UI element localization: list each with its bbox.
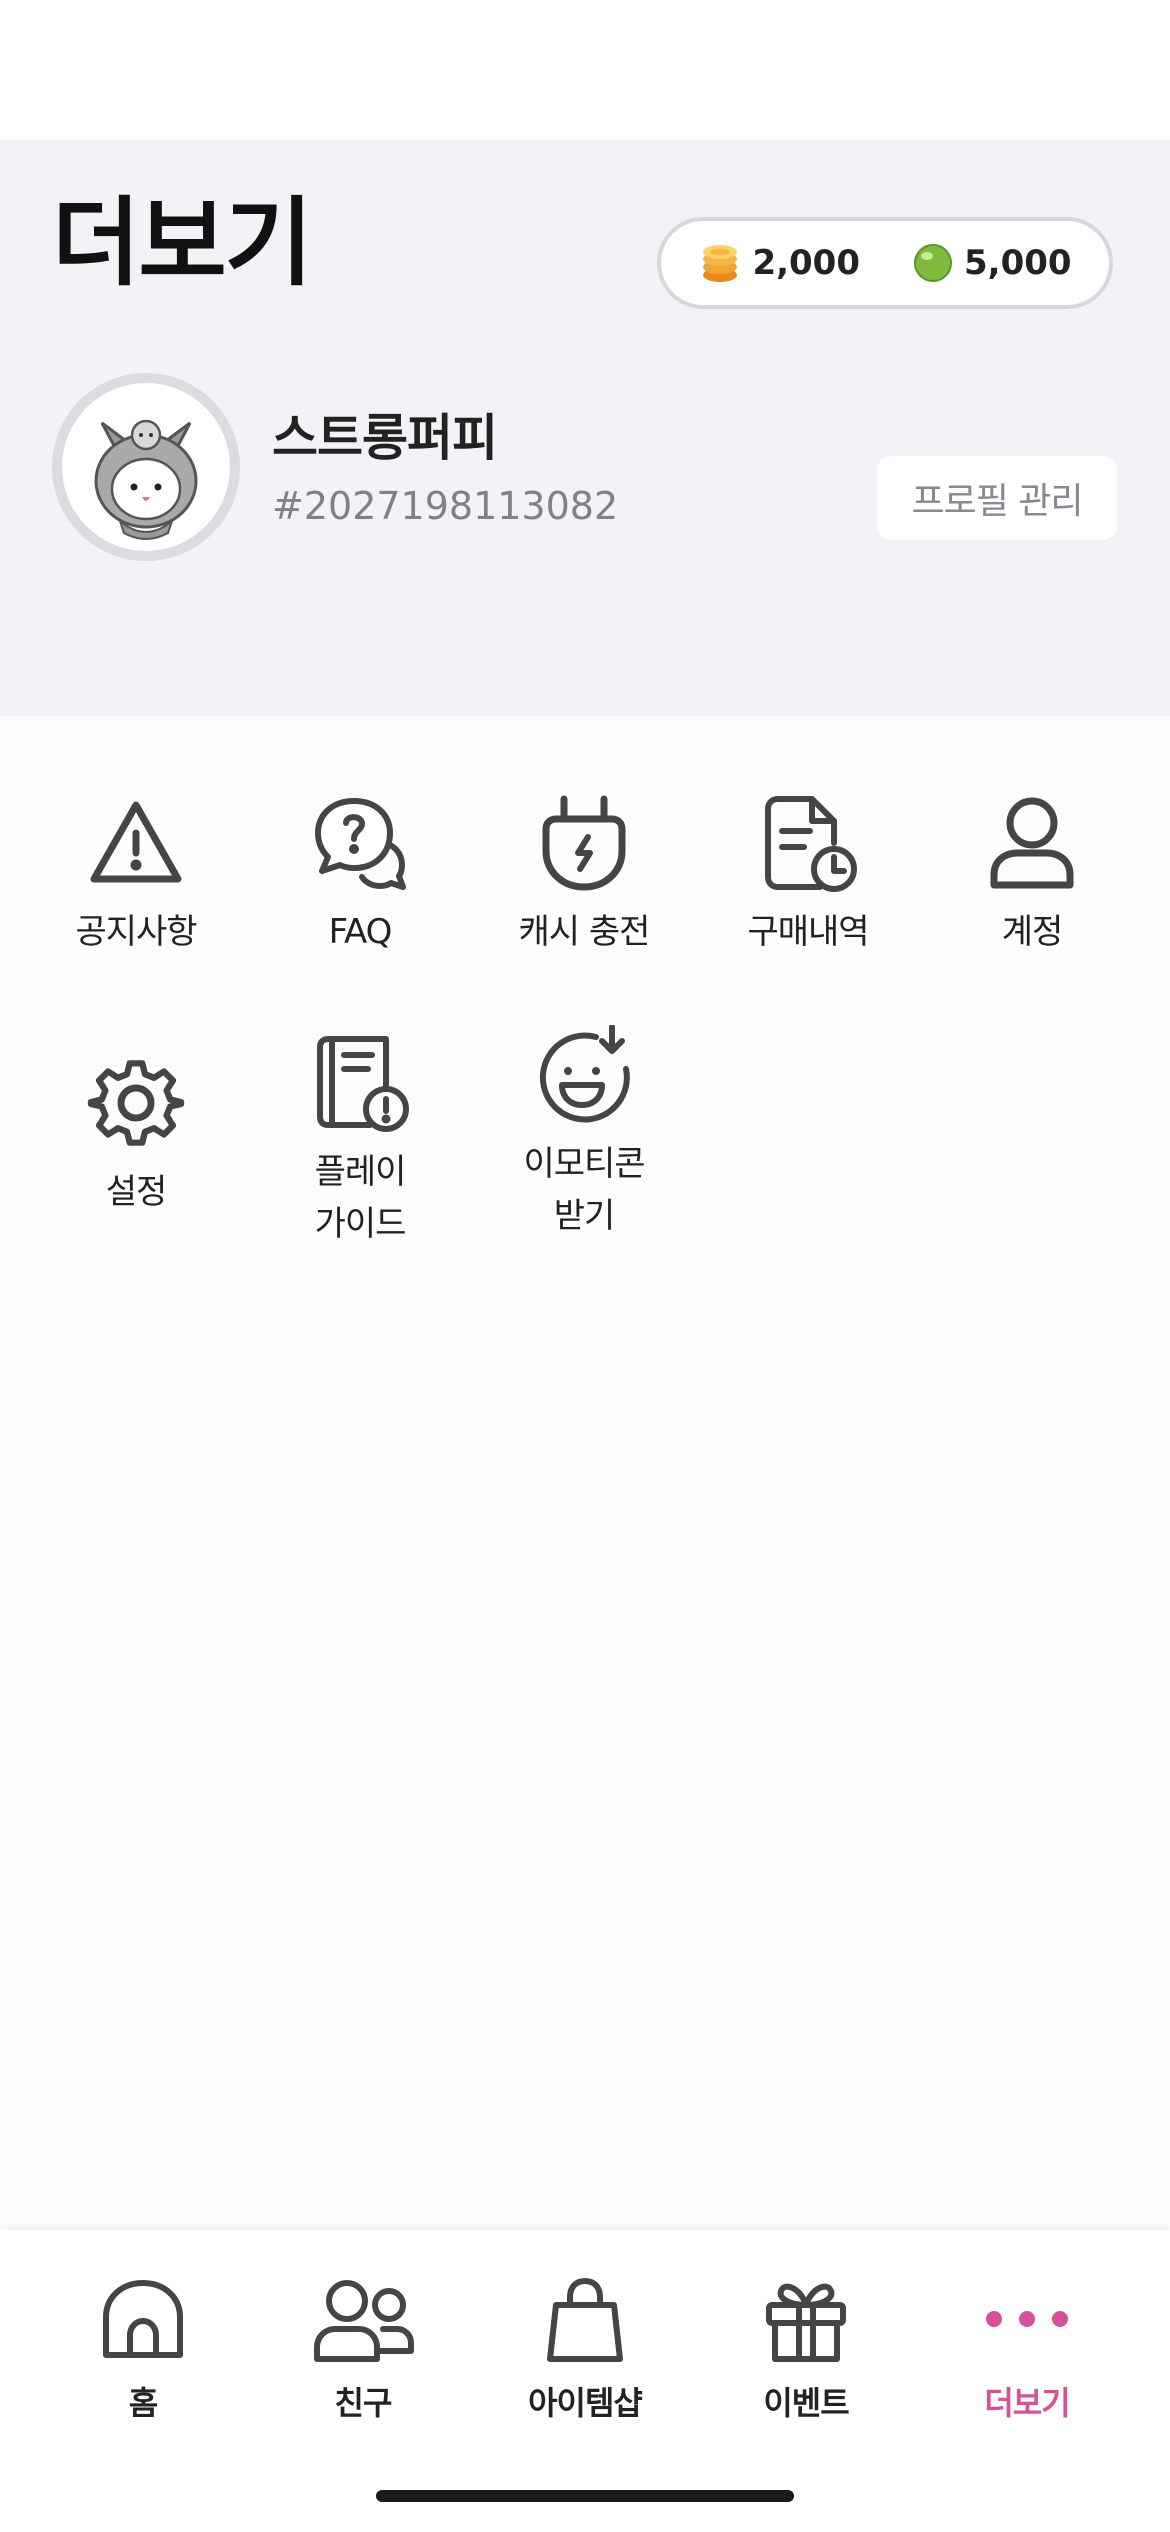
house-icon <box>103 2280 183 2358</box>
menu-item-settings[interactable]: 설정 <box>24 1048 248 1218</box>
coin-balance: 2,000 <box>698 241 860 285</box>
menu-label: FAQ <box>328 912 393 952</box>
tab-label: 이벤트 <box>763 2384 849 2422</box>
tab-more[interactable]: 더보기 <box>915 2270 1139 2424</box>
menu-item-emoticon[interactable]: 이모티콘 받기 <box>472 1020 696 1242</box>
menu-label: 이모티콘 받기 <box>523 1144 645 1236</box>
tab-friends[interactable]: 친구 <box>251 2270 475 2424</box>
menu-label: 공지사항 <box>75 912 197 952</box>
friends-icon <box>314 2280 414 2362</box>
question-chat-icon <box>315 798 406 890</box>
bunny-hood-avatar-icon <box>94 419 198 540</box>
menu-label: 플레이 가이드 <box>314 1152 407 1244</box>
status-bar <box>0 0 1170 140</box>
profile-header: 더보기 2,000 5,000 스트롱퍼피 #2027198113082 프로필… <box>0 140 1170 716</box>
page-title: 더보기 <box>52 187 313 299</box>
menu-item-faq[interactable]: FAQ <box>248 788 472 958</box>
shopping-bag-icon <box>547 2278 623 2362</box>
green-orb-icon <box>914 244 952 282</box>
charger-plug-icon <box>542 795 626 891</box>
gem-amount: 5,000 <box>964 243 1072 283</box>
tab-label: 더보기 <box>984 2384 1070 2422</box>
gift-icon <box>766 2283 846 2362</box>
profile-manage-button[interactable]: 프로필 관리 <box>877 456 1117 540</box>
menu-item-account[interactable]: 계정 <box>920 788 1144 958</box>
menu-item-purchase-history[interactable]: 구매내역 <box>696 788 920 958</box>
menu-item-notice[interactable]: 공지사항 <box>24 788 248 958</box>
coin-amount: 2,000 <box>752 243 860 283</box>
menu-label: 계정 <box>1001 912 1064 952</box>
avatar[interactable] <box>52 373 240 561</box>
tab-label: 홈 <box>128 2384 158 2422</box>
tab-label: 친구 <box>334 2384 393 2422</box>
smiley-download-icon <box>539 1025 630 1123</box>
guide-book-icon <box>317 1036 409 1132</box>
currency-balance[interactable]: 2,000 5,000 <box>657 217 1113 309</box>
bottom-tab-bar: 홈 친구 아이템샵 이벤트 더보기 <box>0 2230 1170 2532</box>
menu-label: 설정 <box>105 1172 168 1212</box>
home-indicator[interactable] <box>376 2490 794 2502</box>
nickname: 스트롱퍼피 <box>272 409 498 467</box>
menu-label: 구매내역 <box>747 912 869 952</box>
tab-item-shop[interactable]: 아이템샵 <box>473 2270 697 2424</box>
tab-event[interactable]: 이벤트 <box>694 2270 918 2424</box>
menu-item-cash-charge[interactable]: 캐시 충전 <box>472 788 696 958</box>
coin-stack-icon <box>703 245 738 282</box>
tab-label: 아이템샵 <box>528 2384 643 2422</box>
menu-item-play-guide[interactable]: 플레이 가이드 <box>248 1028 472 1250</box>
gem-balance: 5,000 <box>912 242 1072 284</box>
menu-label: 캐시 충전 <box>518 912 651 952</box>
user-id: #2027198113082 <box>272 484 619 528</box>
warning-triangle-icon <box>90 801 182 883</box>
receipt-clock-icon <box>765 796 857 892</box>
tab-home[interactable]: 홈 <box>31 2270 255 2424</box>
more-dots-icon <box>986 2311 1068 2327</box>
gear-icon <box>87 1060 185 1146</box>
person-icon <box>990 797 1074 889</box>
